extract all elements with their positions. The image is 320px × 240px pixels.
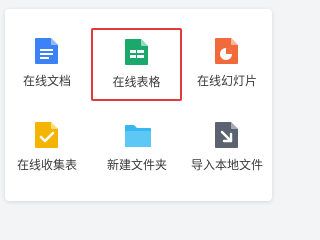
new-folder-button[interactable]: 新建文件夹 [93,111,181,175]
new-online-slides-button[interactable]: 在线幻灯片 [183,27,271,91]
new-online-form-button[interactable]: 在线收集表 [3,111,91,175]
new-folder-label: 新建文件夹 [106,158,167,172]
import-local-file-label: 导入本地文件 [190,158,263,172]
sheet-icon [124,38,150,66]
new-online-form-label: 在线收集表 [16,158,77,172]
new-online-slides-label: 在线幻灯片 [196,74,257,88]
form-icon [34,121,60,149]
new-file-menu: 在线文档 在线表格 在线幻灯片 在线收集表 新建文件夹 导入本地文件 [5,9,272,201]
import-local-file-button[interactable]: 导入本地文件 [183,111,271,175]
new-online-sheet-button[interactable]: 在线表格 [91,28,182,101]
new-online-doc-label: 在线文档 [22,74,71,88]
import-icon [214,121,240,149]
new-online-doc-button[interactable]: 在线文档 [3,27,91,91]
folder-icon [124,121,151,149]
new-online-sheet-label: 在线表格 [112,75,161,89]
slides-icon [214,37,240,65]
doc-icon [34,37,60,65]
